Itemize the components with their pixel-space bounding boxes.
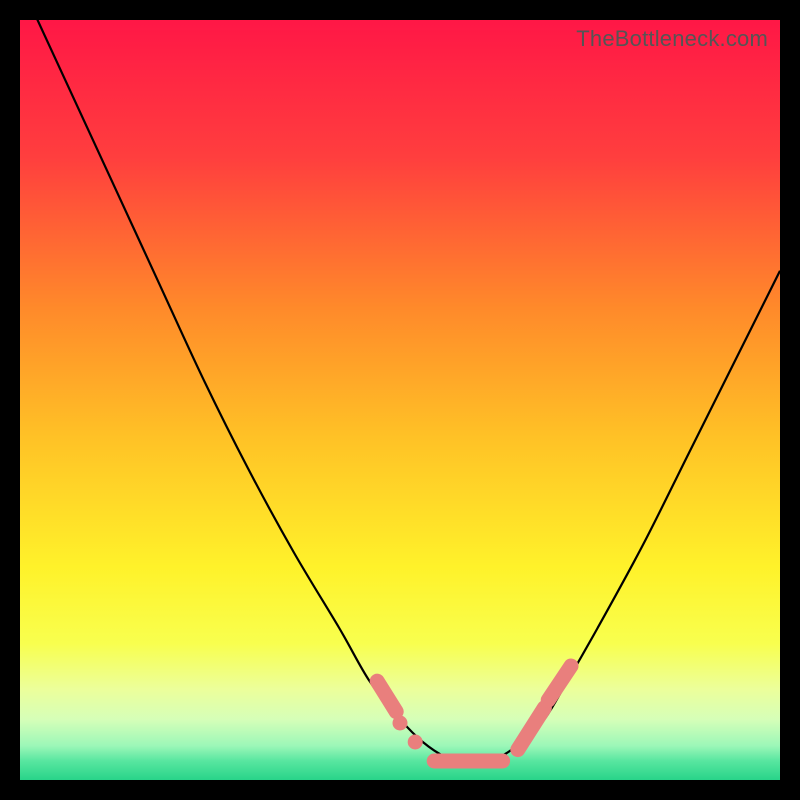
bottleneck-curve (20, 20, 780, 780)
chart-frame: TheBottleneck.com (0, 0, 800, 800)
marker-pill (377, 681, 396, 711)
curve-markers (377, 666, 571, 761)
curve-line (20, 20, 780, 761)
marker-dot (408, 735, 423, 750)
marker-pill (548, 666, 571, 700)
plot-area: TheBottleneck.com (20, 20, 780, 780)
marker-pill (518, 708, 545, 750)
